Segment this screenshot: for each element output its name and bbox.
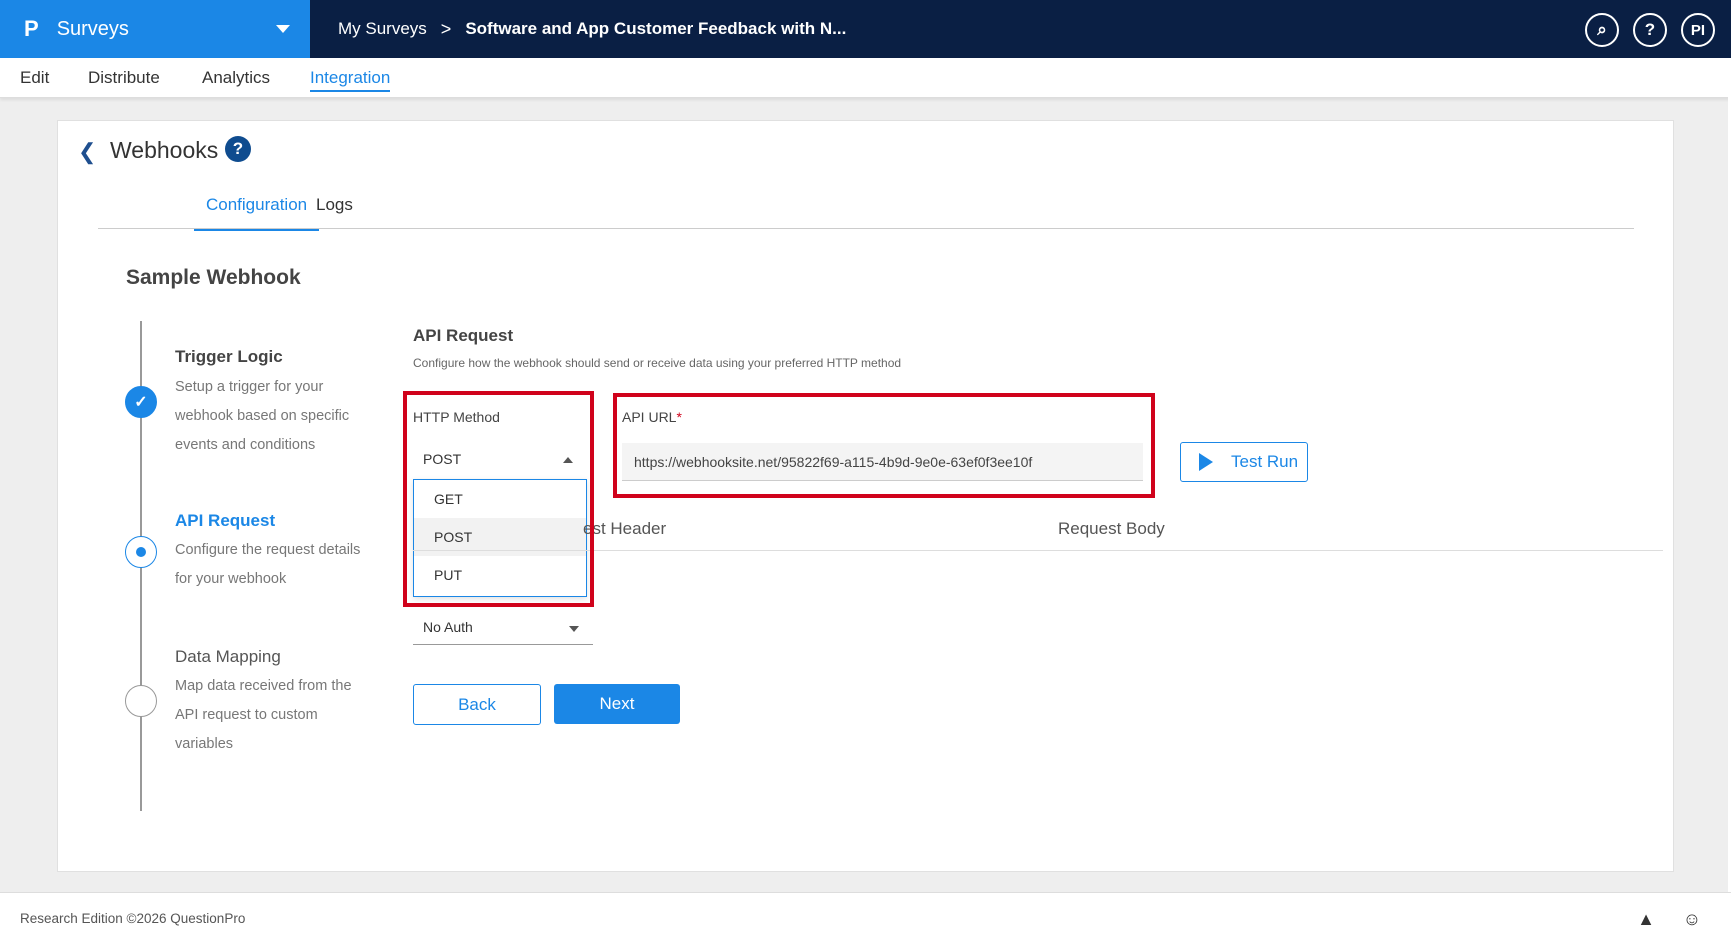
tab-analytics[interactable]: Analytics — [202, 68, 270, 88]
step-title-data-mapping[interactable]: Data Mapping — [175, 647, 281, 667]
section-title: Sample Webhook — [126, 266, 301, 289]
tab-edit[interactable]: Edit — [20, 68, 49, 88]
tab-logs[interactable]: Logs — [316, 195, 353, 215]
check-icon: ✓ — [125, 386, 157, 418]
search-icon[interactable]: ⌕ — [1585, 13, 1619, 47]
pending-step-icon — [125, 685, 157, 717]
product-name: Surveys — [56, 17, 129, 40]
highlight-box-api-url — [613, 393, 1155, 498]
step-desc-data-mapping: Map data received from the API request t… — [175, 678, 352, 752]
page-title: Webhooks — [110, 137, 219, 163]
chevron-down-icon[interactable] — [569, 626, 579, 632]
tab-integration[interactable]: Integration — [310, 68, 391, 92]
webhook-card: ❮ Webhooks ? Configuration Logs Sample W… — [57, 120, 1674, 872]
profile-avatar[interactable]: PI — [1681, 13, 1715, 47]
flame-icon[interactable]: ▲ — [1635, 908, 1657, 930]
request-tabs: est Header Request Body — [413, 515, 1663, 551]
survey-nav: Edit Distribute Analytics Integration — [0, 58, 1731, 98]
step-desc-api-request: Configure the request details for your w… — [175, 542, 361, 587]
tab-configuration[interactable]: Configuration — [194, 195, 320, 231]
test-run-label: Test Run — [1231, 452, 1299, 471]
chevron-right-icon: > — [440, 18, 452, 39]
breadcrumb-my-surveys[interactable]: My Surveys — [338, 19, 427, 39]
product-switcher[interactable]: P Surveys — [0, 0, 310, 58]
breadcrumb-current-survey: Software and App Customer Feedback with … — [465, 19, 847, 38]
back-button[interactable]: Back — [413, 684, 541, 725]
footer: Research Edition ©2026 QuestionPro ▲ ☺ — [0, 892, 1731, 946]
webhook-subtabs: Configuration Logs — [98, 181, 1634, 231]
tab-distribute[interactable]: Distribute — [88, 68, 160, 88]
chevron-down-icon — [276, 25, 290, 33]
step-title-api-request[interactable]: API Request — [175, 511, 275, 531]
footer-copyright: Research Edition ©2026 QuestionPro — [20, 911, 246, 926]
test-run-button[interactable]: Test Run — [1180, 442, 1308, 482]
help-icon[interactable]: ? — [225, 136, 251, 162]
top-bar: P Surveys My Surveys > Software and App … — [0, 0, 1731, 58]
form-description: Configure how the webhook should send or… — [413, 356, 902, 370]
questionpro-logo-icon: P — [24, 16, 39, 41]
auth-type-select[interactable]: No Auth — [423, 619, 473, 635]
play-icon — [1199, 453, 1213, 471]
support-headset-icon[interactable]: ☺ — [1681, 908, 1703, 930]
help-icon[interactable]: ? — [1633, 13, 1667, 47]
tab-request-body[interactable]: Request Body — [1058, 519, 1165, 539]
highlight-box-http-method — [403, 391, 594, 607]
step-desc-trigger-logic: Setup a trigger for your webhook based o… — [175, 379, 350, 453]
breadcrumb: My Surveys > Software and App Customer F… — [338, 0, 846, 58]
form-title: API Request — [413, 326, 514, 345]
current-step-icon — [125, 536, 157, 568]
step-title-trigger-logic[interactable]: Trigger Logic — [175, 347, 283, 367]
tab-request-header[interactable]: est Header — [583, 519, 666, 539]
divider — [413, 644, 593, 645]
next-button[interactable]: Next — [554, 684, 680, 724]
chevron-left-icon[interactable]: ❮ — [78, 139, 96, 165]
